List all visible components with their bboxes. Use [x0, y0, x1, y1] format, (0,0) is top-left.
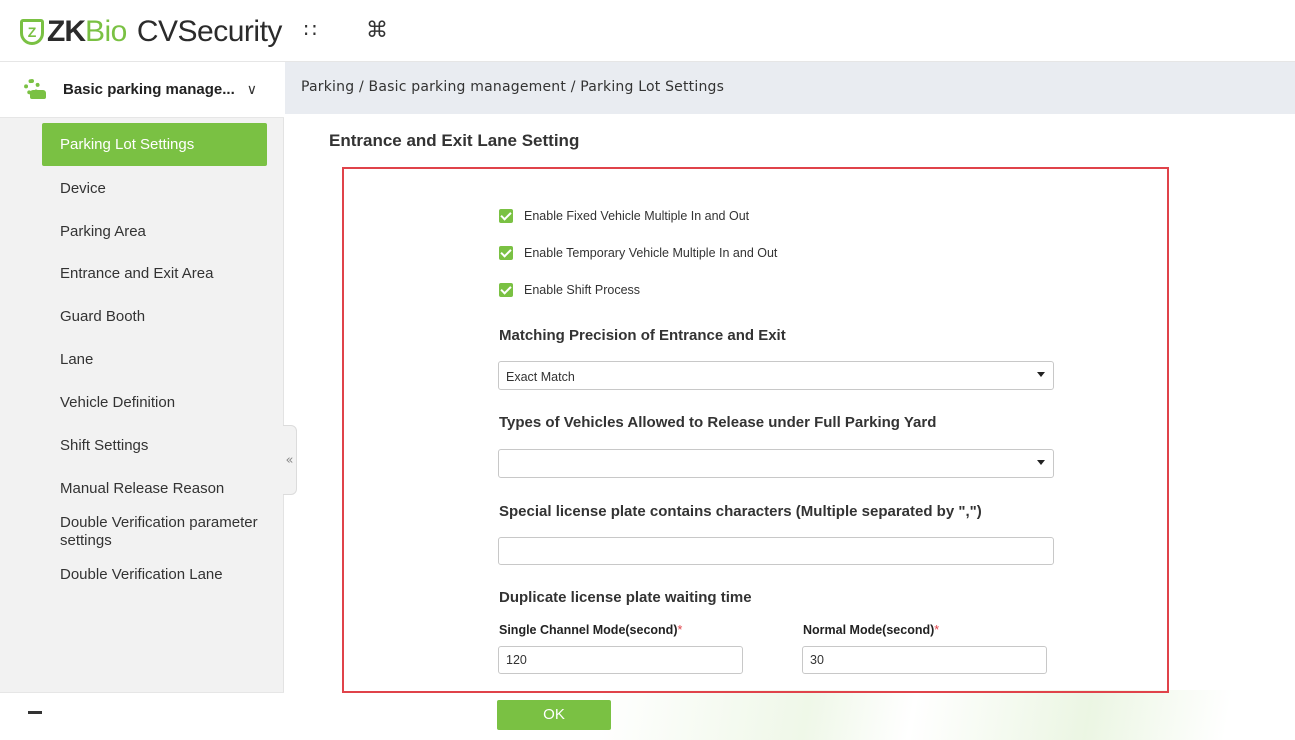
sidebar-item-lane[interactable]: Lane: [60, 351, 280, 369]
checkbox-label: Enable Shift Process: [524, 283, 641, 297]
parking-gear-icon: [24, 78, 46, 101]
matching-precision-label: Matching Precision of Entrance and Exit: [499, 327, 786, 344]
checkbox-checked-icon[interactable]: [499, 209, 513, 223]
sidebar-item-entrance-exit-area[interactable]: Entrance and Exit Area: [60, 265, 280, 283]
normal-mode-input[interactable]: [802, 646, 1047, 674]
checkbox-fixed-vehicle-multiple[interactable]: Enable Fixed Vehicle Multiple In and Out: [499, 209, 749, 223]
required-asterisk: *: [934, 623, 940, 637]
ok-button[interactable]: OK: [497, 700, 611, 730]
checkbox-checked-icon[interactable]: [499, 283, 513, 297]
sidebar-item-shift-settings[interactable]: Shift Settings: [60, 437, 280, 455]
select-value: Exact Match: [506, 370, 575, 384]
special-plate-input[interactable]: [498, 537, 1054, 565]
breadcrumb-bar: Parking / Basic parking management / Par…: [285, 62, 1295, 114]
logo-text-zk: ZK: [47, 15, 86, 48]
module-label: Basic parking manage...: [63, 81, 235, 98]
sidebar-item-parking-lot-settings[interactable]: Parking Lot Settings: [42, 123, 267, 166]
duplicate-wait-label: Duplicate license plate waiting time: [499, 589, 752, 606]
special-plate-label: Special license plate contains character…: [499, 503, 982, 520]
required-asterisk: *: [677, 623, 683, 637]
vehicle-types-select[interactable]: [498, 449, 1054, 478]
background-watermark: [600, 690, 1295, 740]
zkbio-logo[interactable]: Z ZK Bio CVSecurity: [20, 14, 282, 50]
collapse-sidebar-button[interactable]: «: [283, 425, 297, 495]
sidebar-item-vehicle-definition[interactable]: Vehicle Definition: [60, 394, 280, 412]
sidebar-item-manual-release-reason[interactable]: Manual Release Reason: [60, 480, 280, 498]
logo-text-bio: Bio: [85, 15, 127, 48]
sidebar-item-double-verification-parameter-settings[interactable]: Double Verification parameter settings: [60, 514, 280, 550]
breadcrumb: Parking / Basic parking management / Par…: [301, 79, 725, 95]
command-icon[interactable]: ⌘: [366, 18, 388, 43]
sidebar-item-parking-area[interactable]: Parking Area: [60, 223, 280, 241]
grid-icon[interactable]: ∷: [304, 18, 317, 42]
checkbox-label: Enable Temporary Vehicle Multiple In and…: [524, 246, 778, 260]
single-channel-mode-input[interactable]: [498, 646, 743, 674]
vehicle-types-label: Types of Vehicles Allowed to Release und…: [499, 414, 937, 431]
chevron-down-icon: ∨: [246, 81, 257, 98]
dropdown-arrow-icon: [1037, 372, 1045, 377]
matching-precision-select[interactable]: Exact Match: [498, 361, 1054, 390]
checkbox-shift-process[interactable]: Enable Shift Process: [499, 283, 640, 297]
page-title: Entrance and Exit Lane Setting: [329, 131, 580, 150]
sidebar-item-device[interactable]: Device: [60, 180, 280, 198]
dropdown-arrow-icon: [1037, 460, 1045, 465]
sidebar-item-guard-booth[interactable]: Guard Booth: [60, 308, 280, 326]
logo-text-product: CVSecurity: [136, 15, 283, 48]
sidebar-footer: [0, 692, 284, 740]
checkbox-checked-icon[interactable]: [499, 246, 513, 260]
module-selector[interactable]: Basic parking manage... ∨: [0, 62, 284, 118]
checkbox-temporary-vehicle-multiple[interactable]: Enable Temporary Vehicle Multiple In and…: [499, 246, 777, 260]
sidebar: Basic parking manage... ∨ Parking Lot Se…: [0, 62, 284, 740]
single-channel-mode-label: Single Channel Mode(second)*: [499, 623, 683, 637]
top-header: Z ZK Bio CVSecurity ∷ ⌘: [0, 0, 1295, 62]
menu-icon[interactable]: [28, 711, 42, 714]
sidebar-item-double-verification-lane[interactable]: Double Verification Lane: [60, 566, 280, 584]
shield-logo-icon: Z: [20, 19, 44, 45]
checkbox-label: Enable Fixed Vehicle Multiple In and Out: [524, 209, 750, 223]
normal-mode-label: Normal Mode(second)*: [803, 623, 940, 637]
